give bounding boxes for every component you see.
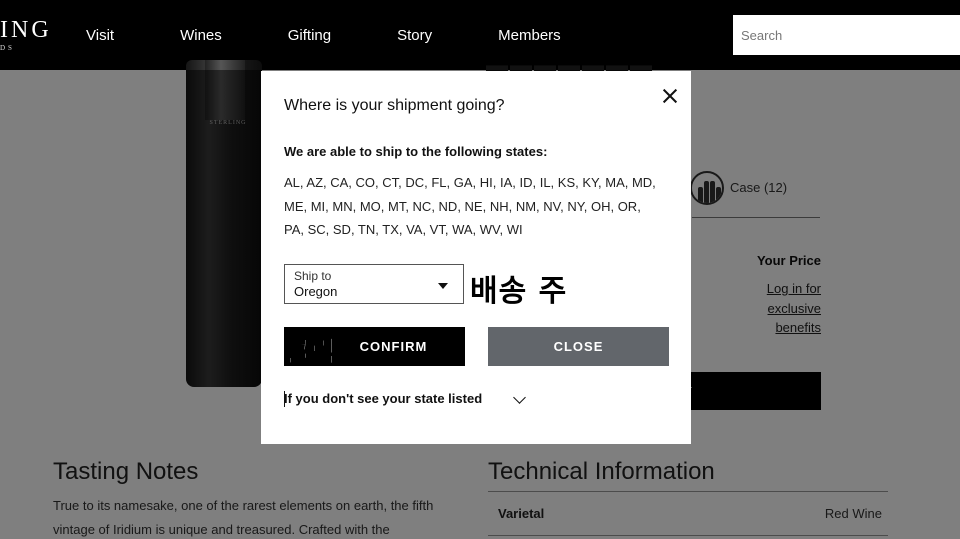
nav-item-members[interactable]: Members (498, 27, 561, 44)
states-list: AL, AZ, CA, CO, CT, DC, FL, GA, HI, IA, … (284, 175, 656, 237)
ship-to-select[interactable]: Ship to Oregon (284, 264, 464, 304)
close-button[interactable]: CLOSE (488, 327, 669, 366)
nav-item-story[interactable]: Story (397, 27, 432, 44)
brand-logo[interactable]: ING DS (0, 18, 52, 52)
annotation-click-label: 클릭 (285, 335, 338, 369)
page: ING DS Visit Wines Gifting Story Members… (0, 0, 960, 539)
state-not-listed-toggle[interactable]: If you don't see your state listed (284, 391, 482, 406)
chevron-down-icon (438, 283, 448, 289)
ship-to-label: Ship to (294, 269, 332, 283)
ship-intro-text: We are able to ship to the following sta… (284, 144, 548, 159)
nav-item-wines[interactable]: Wines (180, 27, 222, 44)
modal-title: Where is your shipment going? (284, 97, 505, 114)
logo-subtext: DS (0, 44, 15, 52)
close-icon[interactable] (659, 85, 681, 107)
nav-item-visit[interactable]: Visit (86, 27, 114, 44)
logo-text: ING (0, 17, 52, 43)
site-header: ING DS Visit Wines Gifting Story Members (0, 0, 960, 70)
search-input[interactable] (733, 15, 960, 55)
nav-item-gifting[interactable]: Gifting (288, 27, 331, 44)
ship-to-value: Oregon (294, 284, 338, 299)
text-cursor (284, 391, 285, 407)
annotation-ship-label: 배송 주 (470, 274, 568, 309)
chevron-down-icon[interactable] (513, 391, 526, 404)
shipping-modal: Where is your shipment going? We are abl… (261, 71, 691, 444)
